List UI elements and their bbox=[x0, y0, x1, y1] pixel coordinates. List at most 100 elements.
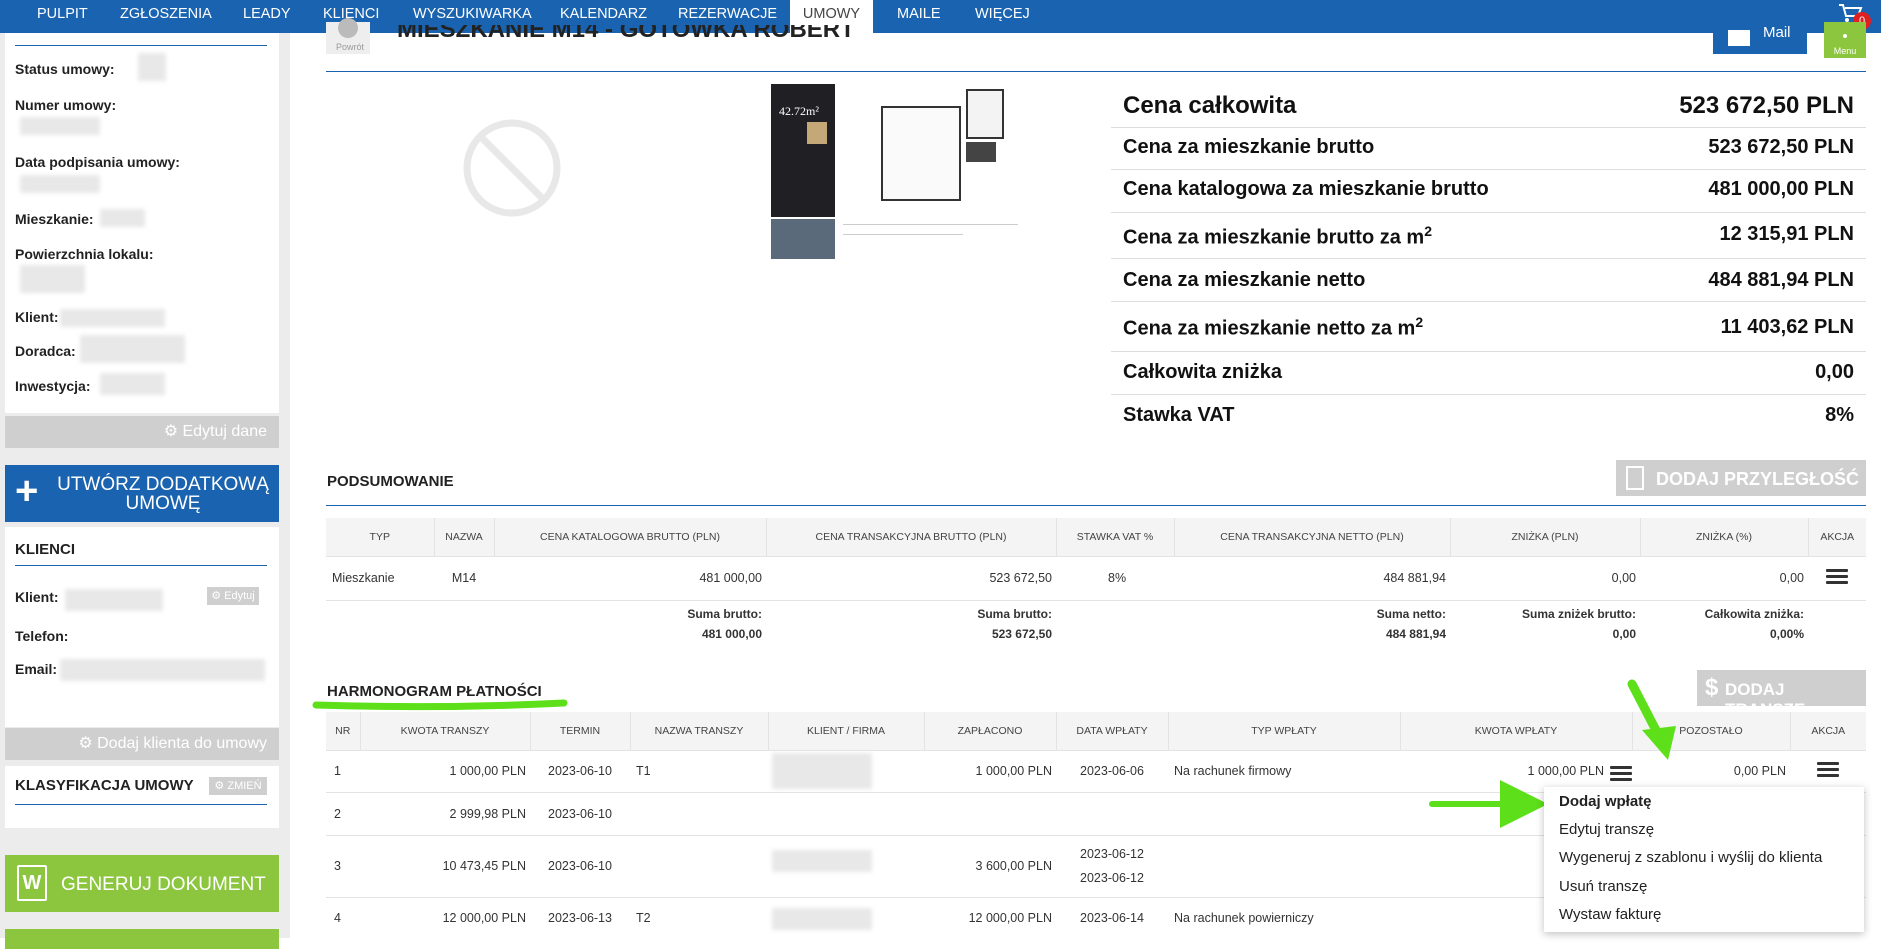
column-header: KWOTA WPŁATY bbox=[1400, 712, 1633, 750]
floor-plan-image[interactable]: 42.72m² bbox=[771, 84, 1025, 259]
nav-wiecej[interactable]: WIĘCEJ bbox=[975, 0, 1030, 33]
column-header: CENA TRANSAKCYJNA NETTO (PLN) bbox=[1174, 518, 1451, 556]
word-document-icon: W bbox=[17, 865, 47, 901]
price-row: Cena całkowita 523 672,50 PLN bbox=[1111, 84, 1866, 128]
price-row: Cena katalogowa za mieszkanie brutto 481… bbox=[1111, 170, 1866, 213]
mail-button[interactable]: Mail bbox=[1713, 22, 1807, 54]
price-row: Stawka VAT 8% bbox=[1123, 404, 1854, 426]
tranche-action-dropdown: Dodaj wpłatę Edytuj transzę Wygeneruj z … bbox=[1544, 787, 1864, 932]
data-label: Data podpisania umowy: bbox=[15, 154, 180, 170]
data-value bbox=[20, 175, 100, 193]
numer-value bbox=[20, 117, 100, 135]
back-arrow-icon bbox=[338, 18, 358, 38]
nav-leady[interactable]: LEADY bbox=[243, 0, 291, 33]
column-header: ZNIŻKA (PLN) bbox=[1450, 518, 1641, 556]
mieszkanie-value bbox=[100, 209, 145, 227]
menu-item-generate-template[interactable]: Wygeneruj z szablonu i wyślij do klienta bbox=[1559, 849, 1822, 866]
menu-dot-icon bbox=[1843, 34, 1847, 38]
column-header: TYP bbox=[326, 518, 435, 556]
add-client-button[interactable]: ⚙ Dodaj klienta do umowy bbox=[5, 728, 279, 760]
classification-card: KLASYFIKACJA UMOWY ⚙ ZMIEŃ bbox=[5, 766, 279, 828]
column-header: AKCJA bbox=[1790, 712, 1866, 750]
email-label: Email: bbox=[15, 661, 58, 677]
title-divider bbox=[326, 71, 1866, 72]
no-image-icon bbox=[462, 118, 562, 218]
clients-card: KLIENCI Klient: ⚙ Edytuj Telefon: Email: bbox=[5, 527, 279, 727]
klient-label: Klient: bbox=[15, 309, 59, 325]
summary-divider bbox=[326, 505, 1866, 506]
dollar-icon: $ bbox=[1705, 674, 1719, 701]
page-title: MIESZKANIE M14 - GOTÓWKA ROBERT bbox=[397, 25, 855, 43]
inwestycja-value bbox=[100, 373, 165, 395]
client-label: Klient: bbox=[15, 589, 59, 605]
highlight-underline-annotation bbox=[312, 699, 568, 711]
column-header: NAZWA bbox=[434, 518, 495, 556]
column-header: STAWKA VAT % bbox=[1056, 518, 1175, 556]
menu-item-edit-tranche[interactable]: Edytuj transzę bbox=[1559, 821, 1654, 838]
column-header: NR bbox=[326, 712, 361, 750]
gear-icon: ⚙ bbox=[78, 735, 98, 752]
email-value bbox=[60, 659, 265, 681]
totals-row: Suma brutto: 481 000,00 Suma brutto: 523 6… bbox=[326, 599, 1866, 648]
mieszkanie-label: Mieszkanie: bbox=[15, 211, 94, 227]
column-header: CENA KATALOGOWA BRUTTO (PLN) bbox=[494, 518, 767, 556]
inwestycja-label: Inwestycja: bbox=[15, 378, 91, 394]
column-header: AKCJA bbox=[1808, 518, 1866, 556]
contract-info-card: Status umowy: Numer umowy: Data podpisan… bbox=[5, 33, 279, 413]
nav-maile[interactable]: MAILE bbox=[897, 0, 941, 33]
menu-item-add-payment[interactable]: Dodaj wpłatę bbox=[1559, 793, 1652, 810]
back-button[interactable]: Powrót bbox=[326, 18, 370, 54]
row-action-menu-icon[interactable] bbox=[1790, 749, 1866, 792]
column-header: TYP WPŁATY bbox=[1168, 712, 1401, 750]
plan-area-label: 42.72m² bbox=[779, 104, 819, 118]
price-row: Cena za mieszkanie netto 484 881,94 PLN bbox=[1111, 259, 1866, 302]
column-header: KWOTA TRANSZY bbox=[360, 712, 531, 750]
create-contract-button[interactable]: + UTWÓRZ DODATKOWĄ UMOWĘ bbox=[5, 465, 279, 522]
price-row: Całkowita zniżka 0,00 bbox=[1111, 352, 1866, 395]
clients-header: KLIENCI bbox=[15, 541, 75, 558]
menu-item-issue-invoice[interactable]: Wystaw fakturę bbox=[1559, 906, 1661, 923]
column-header: ZAPŁACONO bbox=[924, 712, 1057, 750]
column-header: DATA WPŁATY bbox=[1056, 712, 1169, 750]
klient-value bbox=[60, 309, 165, 327]
menu-item-delete-tranche[interactable]: Usuń transzę bbox=[1559, 878, 1647, 895]
powierzchnia-value bbox=[20, 265, 85, 293]
classification-header: KLASYFIKACJA UMOWY bbox=[15, 777, 194, 794]
summary-table: TYP NAZWA CENA KATALOGOWA BRUTTO (PLN) C… bbox=[326, 518, 1866, 648]
status-label: Status umowy: bbox=[15, 61, 115, 77]
price-row: Cena za mieszkanie brutto za m2 12 315,9… bbox=[1111, 213, 1866, 259]
client-edit-button[interactable]: ⚙ Edytuj bbox=[207, 587, 259, 605]
price-row: Cena za mieszkanie netto za m2 11 403,62… bbox=[1111, 302, 1866, 352]
column-header: CENA TRANSAKCYJNA BRUTTO (PLN) bbox=[766, 518, 1057, 556]
column-header: ZNIŻKA (%) bbox=[1640, 518, 1809, 556]
status-value bbox=[138, 53, 166, 81]
nav-zgloszenia[interactable]: ZGŁOSZENIA bbox=[120, 0, 212, 33]
edit-data-button[interactable]: ⚙ Edytuj dane bbox=[5, 416, 279, 448]
add-tranche-button[interactable]: $ DODAJ TRANSZĘ bbox=[1697, 670, 1866, 719]
doradca-label: Doradca: bbox=[15, 343, 76, 359]
add-adjacency-button[interactable]: DODAJ PRZYLEGŁOŚĆ bbox=[1616, 460, 1866, 496]
client-name bbox=[65, 589, 163, 611]
column-header: TERMIN bbox=[530, 712, 631, 750]
row-action-menu-icon[interactable] bbox=[1808, 555, 1866, 600]
sidebar: Status umowy: Numer umowy: Data podpisan… bbox=[0, 33, 290, 949]
green-button-partial[interactable] bbox=[5, 929, 279, 949]
gear-icon: ⚙ bbox=[211, 590, 225, 602]
nav-pulpit[interactable]: PULPIT bbox=[37, 0, 88, 33]
building-icon bbox=[1626, 466, 1644, 490]
envelope-icon bbox=[1728, 30, 1750, 46]
menu-button[interactable]: Menu bbox=[1824, 22, 1866, 58]
summary-title: PODSUMOWANIE bbox=[327, 473, 454, 490]
gear-icon: ⚙ bbox=[163, 423, 183, 440]
change-classification-button[interactable]: ⚙ ZMIEŃ bbox=[209, 777, 267, 795]
column-header: NAZWA TRANSZY bbox=[630, 712, 769, 750]
plus-icon: + bbox=[15, 469, 39, 513]
gear-icon: ⚙ bbox=[214, 780, 228, 792]
generate-document-button[interactable]: W GENERUJ DOKUMENT bbox=[5, 855, 279, 912]
powierzchnia-label: Powierzchnia lokalu: bbox=[15, 246, 154, 262]
top-navigation: PULPIT ZGŁOSZENIA LEADY KLIENCI WYSZUKIW… bbox=[0, 0, 1881, 33]
column-header: KLIENT / FIRMA bbox=[768, 712, 925, 750]
price-row: Cena za mieszkanie brutto 523 672,50 PLN bbox=[1111, 128, 1866, 170]
numer-label: Numer umowy: bbox=[15, 97, 117, 113]
doradca-value bbox=[80, 335, 185, 363]
